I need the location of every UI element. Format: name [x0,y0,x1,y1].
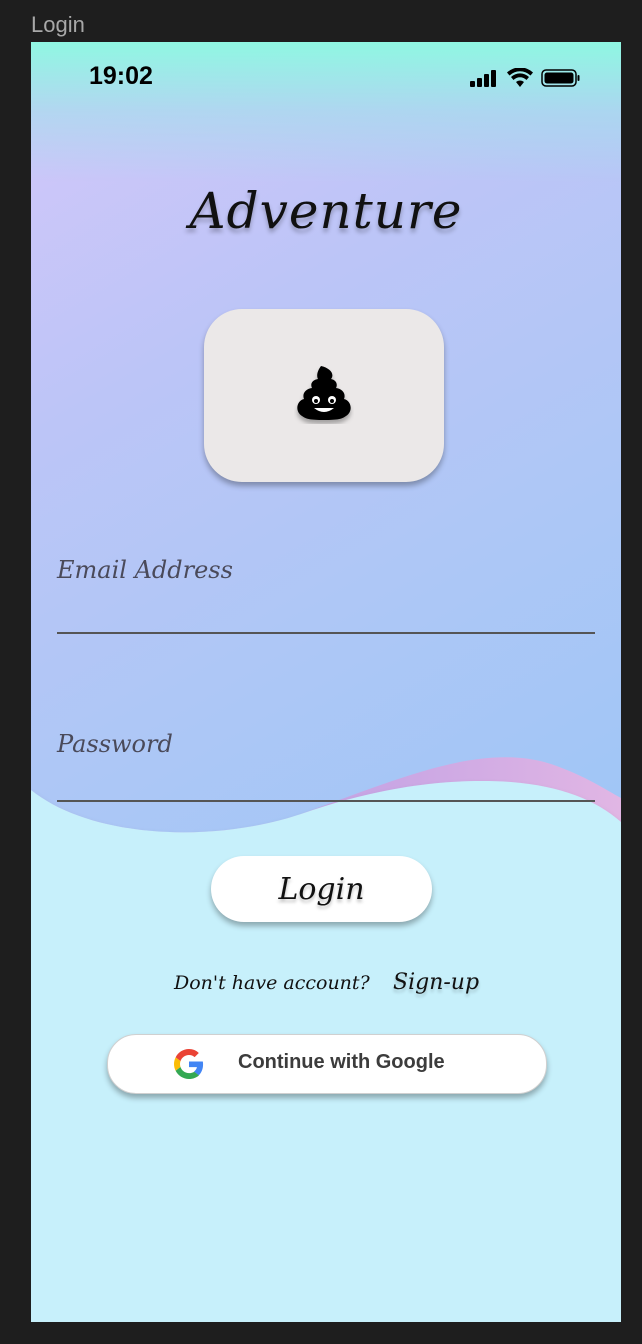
battery-icon [541,69,580,87]
google-signin-button[interactable]: Continue with Google [107,1034,547,1094]
status-bar: 19:02 [31,42,621,112]
signup-link[interactable]: Sign-up [393,970,479,995]
pile-of-poo-icon [297,366,351,420]
password-field[interactable] [57,800,595,802]
frame-label: Login [31,12,85,37]
phone-screen: 19:02 Adventure Email Address Password L… [31,42,621,1322]
password-label: Password [57,730,173,758]
cellular-signal-icon [470,70,496,87]
status-time: 19:02 [89,62,153,90]
email-label: Email Address [57,556,233,584]
app-logo [204,309,444,482]
google-button-label: Continue with Google [238,1051,445,1073]
wifi-icon [507,68,533,87]
email-field[interactable] [57,632,595,634]
app-title: Adventure [189,182,463,240]
no-account-text: Don't have account? [174,972,370,994]
login-button[interactable]: Login [211,856,432,922]
google-logo-icon [174,1049,204,1079]
